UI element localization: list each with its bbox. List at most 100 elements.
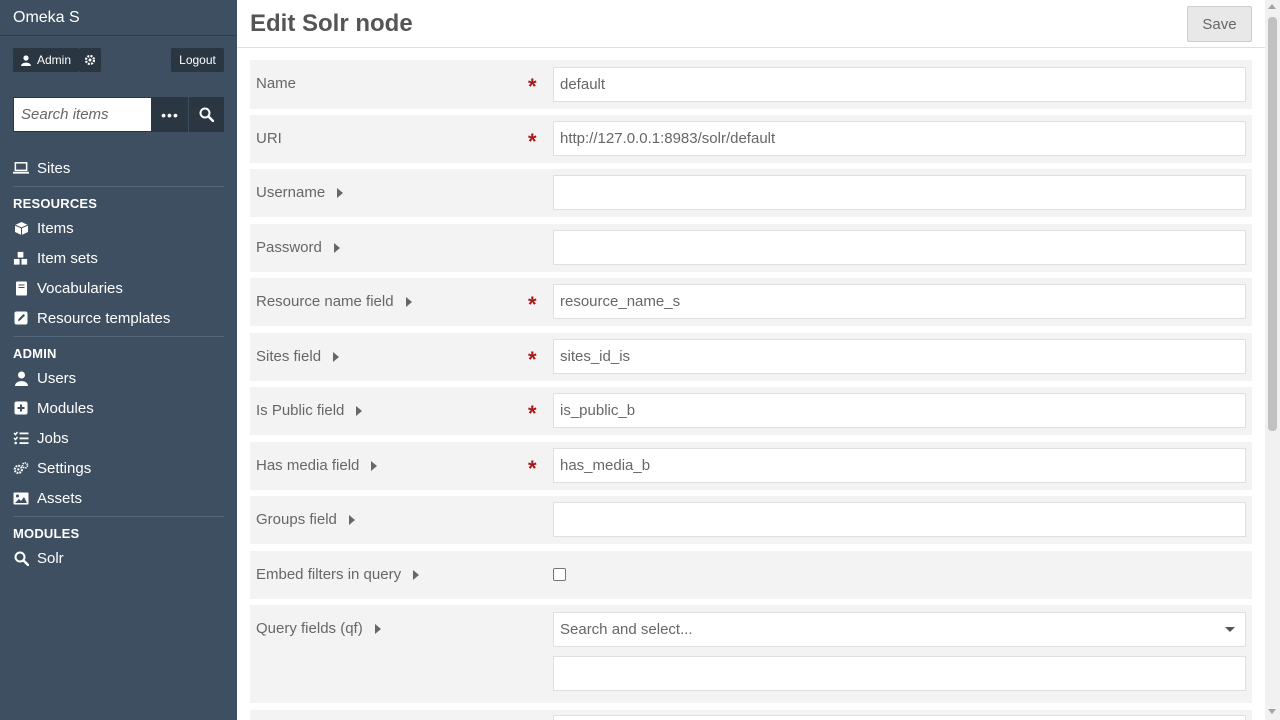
sidebar-item-solr[interactable]: Solr	[13, 546, 64, 570]
field-username: Username	[250, 169, 1252, 217]
nav-heading-modules: MODULES	[13, 526, 80, 541]
sidebar-item-label: Modules	[37, 399, 94, 417]
brand-divider	[0, 35, 237, 36]
sidebar-item-users[interactable]: Users	[13, 366, 76, 390]
uri-input[interactable]	[553, 121, 1246, 156]
save-button[interactable]: Save	[1187, 6, 1252, 42]
embed-filters-checkbox[interactable]	[553, 568, 566, 581]
sidebar-item-label: Assets	[37, 489, 83, 507]
caret-right-icon[interactable]	[333, 351, 340, 362]
field-label-text: Username	[256, 184, 326, 201]
groups-input[interactable]	[553, 502, 1246, 537]
field-is-public: Is Public field *	[250, 387, 1252, 435]
query-fields-input[interactable]	[553, 656, 1246, 691]
required-asterisk: *	[528, 129, 537, 154]
cube-icon	[13, 220, 29, 236]
field-label: URI	[256, 130, 282, 147]
scroll-thumb[interactable]	[1268, 17, 1277, 431]
main-content: Edit Solr node Save Name * URI * Usernam…	[237, 0, 1265, 720]
sidebar-item-vocabularies[interactable]: Vocabularies	[13, 276, 123, 300]
cogs-icon	[13, 460, 29, 476]
nav-heading-admin: ADMIN	[13, 346, 57, 361]
sidebar-item-settings[interactable]: Settings	[13, 456, 91, 480]
caret-right-icon[interactable]	[374, 623, 381, 634]
field-label-text: Has media field	[256, 457, 360, 474]
caret-right-icon[interactable]	[333, 242, 340, 253]
scroll-up-arrow[interactable]	[1268, 4, 1276, 9]
required-asterisk: *	[528, 401, 537, 426]
chevron-down-icon	[1225, 627, 1235, 632]
field-label-text: Resource name field	[256, 293, 394, 310]
required-asterisk: *	[528, 347, 537, 372]
field-label: Has media field	[256, 457, 378, 474]
plus-square-icon	[13, 400, 29, 416]
nav-divider	[13, 186, 224, 187]
next-input[interactable]	[553, 715, 1246, 720]
sites-field-input[interactable]	[553, 339, 1246, 374]
user-name: Admin	[37, 53, 72, 67]
field-label: Groups field	[256, 511, 355, 528]
scrollbar[interactable]	[1265, 0, 1280, 720]
caret-right-icon[interactable]	[348, 514, 355, 525]
field-query-fields: Query fields (qf) Search and select...	[250, 605, 1252, 703]
resource-name-input[interactable]	[553, 284, 1246, 319]
sidebar-item-items[interactable]: Items	[13, 216, 74, 240]
field-label: Username	[256, 184, 344, 201]
search-icon	[13, 550, 29, 566]
sidebar-item-label: Sites	[37, 159, 71, 177]
field-next	[250, 710, 1252, 720]
sidebar-item-label: Users	[37, 369, 77, 387]
name-input[interactable]	[553, 67, 1246, 102]
field-sites: Sites field *	[250, 333, 1252, 381]
sidebar-item-label: Resource templates	[37, 309, 171, 327]
field-label-text: Sites field	[256, 348, 322, 365]
username-input[interactable]	[553, 175, 1246, 210]
field-label-text: Query fields (qf)	[256, 620, 363, 637]
cubes-icon	[13, 250, 29, 266]
sidebar-item-item-sets[interactable]: Item sets	[13, 246, 98, 270]
field-has-media: Has media field *	[250, 442, 1252, 490]
sidebar-item-label: Items	[37, 219, 74, 237]
caret-right-icon[interactable]	[371, 460, 378, 471]
search-input[interactable]	[13, 97, 152, 132]
is-public-input[interactable]	[553, 393, 1246, 428]
title-divider	[237, 47, 1265, 48]
user-settings-button[interactable]	[79, 48, 101, 72]
password-input[interactable]	[553, 230, 1246, 265]
book-icon	[13, 280, 29, 296]
required-asterisk: *	[528, 292, 537, 317]
has-media-input[interactable]	[553, 448, 1246, 483]
caret-right-icon[interactable]	[337, 187, 344, 198]
gear-icon	[84, 54, 96, 66]
required-asterisk: *	[528, 74, 537, 99]
caret-right-icon[interactable]	[405, 296, 412, 307]
field-label: Is Public field	[256, 402, 363, 419]
scroll-down-arrow[interactable]	[1268, 709, 1276, 714]
query-fields-select[interactable]: Search and select...	[553, 612, 1246, 647]
field-name: Name *	[250, 60, 1252, 109]
caret-right-icon[interactable]	[356, 405, 363, 416]
field-label-text: URI	[256, 130, 282, 147]
sidebar-item-resource-templates[interactable]: Resource templates	[13, 306, 170, 330]
sidebar-item-modules[interactable]: Modules	[13, 396, 94, 420]
sidebar-item-label: Vocabularies	[37, 279, 123, 297]
advanced-search-button[interactable]: •••	[152, 97, 188, 132]
caret-right-icon[interactable]	[413, 569, 420, 580]
sidebar-item-assets[interactable]: Assets	[13, 486, 82, 510]
image-icon	[13, 490, 29, 506]
field-password: Password	[250, 224, 1252, 272]
search-button[interactable]	[189, 97, 224, 132]
brand-link[interactable]: Omeka S	[13, 9, 80, 27]
sidebar-item-sites[interactable]: Sites	[13, 156, 70, 180]
user-button[interactable]: Admin	[13, 48, 80, 72]
page-title: Edit Solr node	[250, 10, 413, 37]
logout-button[interactable]: Logout	[171, 48, 224, 72]
sidebar-item-jobs[interactable]: Jobs	[13, 426, 69, 450]
search-icon	[199, 107, 214, 122]
field-resource-name: Resource name field *	[250, 278, 1252, 326]
sidebar-item-label: Settings	[37, 459, 92, 477]
nav-divider	[13, 516, 224, 517]
field-label: Sites field	[256, 348, 340, 365]
sidebar-item-label: Jobs	[37, 429, 69, 447]
sidebar-item-label: Item sets	[37, 249, 98, 267]
